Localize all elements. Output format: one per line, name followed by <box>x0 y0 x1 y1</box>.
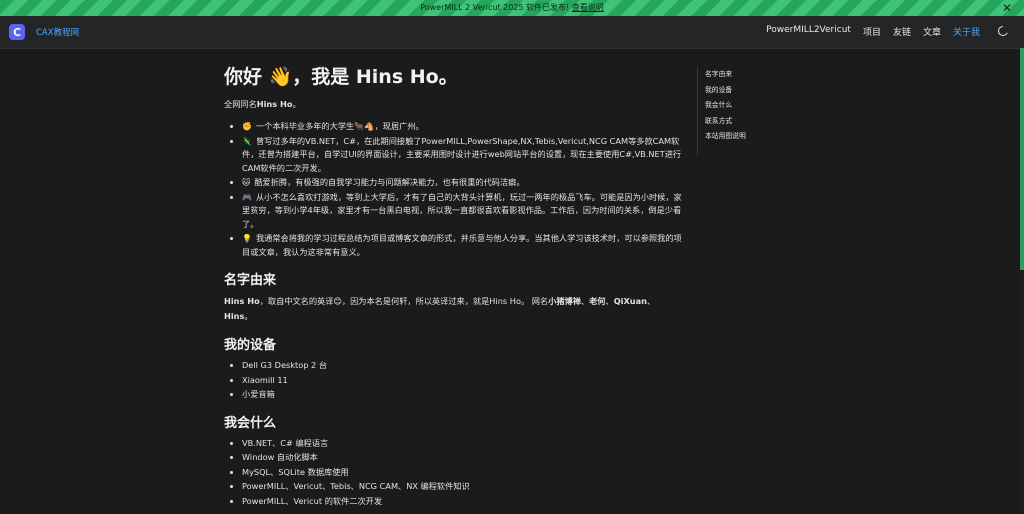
banner-link[interactable]: 查看说明 <box>572 3 604 12</box>
banner-text: PowerMILL 2 Vericut 2025 软件已发布! <box>420 3 572 12</box>
nav-link-projects[interactable]: 项目 <box>863 25 881 38</box>
list-item: 💡我通常会将我的学习过程总结为项目或博客文章的形式，并乐意与他人分享。当其他人学… <box>242 232 682 259</box>
bulb-icon: 💡 <box>242 234 252 243</box>
heading-skills: 我会什么 <box>224 415 277 431</box>
intro-list: ✊一个本科毕业多年的大学生🐂🐴，现居广州。 🦎曾写过多年的VB.NET，C#，在… <box>224 120 682 259</box>
lizard-icon: 🦎 <box>242 136 252 146</box>
name-origin-text: Hins Ho，取自中文名的英译😊，因为本名是何轩，所以英译过来，就是Hins … <box>224 296 656 321</box>
site-brand-link[interactable]: CAX教程网 <box>36 26 79 38</box>
moon-icon[interactable] <box>998 25 1010 36</box>
list-item: MySQL、SQLite 数据库使用 <box>242 466 682 480</box>
toc-item-skills[interactable]: 我会什么 <box>705 98 746 114</box>
list-item: PowerMILL、Vericut 的软件二次开发 <box>242 495 682 509</box>
table-of-contents: 名字由来 我的设备 我会什么 联系方式 本站用图说明 <box>697 67 746 155</box>
list-item: Window 自动化脚本 <box>242 451 682 465</box>
list-item: 🐱酷爱折腾，有极强的自我学习能力与问题解决能力，也有很重的代码洁癖。 <box>242 176 682 190</box>
intro-text: 全网同名Hins Ho。 <box>224 99 301 109</box>
list-item: Dell G3 Desktop 2 台 <box>242 359 682 373</box>
toc-item-name-origin[interactable]: 名字由来 <box>705 67 746 83</box>
list-item: ✊一个本科毕业多年的大学生🐂🐴，现居广州。 <box>242 120 682 134</box>
list-item: 小爱音箱 <box>242 388 682 402</box>
announcement-banner: PowerMILL 2 Vericut 2025 软件已发布! 查看说明 ✕ <box>0 0 1024 16</box>
heading-name-origin: 名字由来 <box>224 273 277 288</box>
nav-link-powermill2vericut[interactable]: PowerMILL2Vericut <box>766 25 851 38</box>
list-item: PowerMILL、Vericut、Tebis、NCG CAM、NX 编程软件知… <box>242 480 682 494</box>
skills-list: VB.NET、C# 编程语言 Window 自动化脚本 MySQL、SQLite… <box>224 437 682 509</box>
nav-links: PowerMILL2Vericut 项目 友链 文章 关于我 <box>766 25 980 38</box>
scrollbar-thumb[interactable] <box>1020 48 1024 270</box>
fist-icon: ✊ <box>242 122 252 131</box>
nav-link-about[interactable]: 关于我 <box>953 25 980 38</box>
toc-item-image-notes[interactable]: 本站用图说明 <box>705 129 746 145</box>
main-content: 你好 👋，我是 Hins Ho。 全网同名Hins Ho。 ✊一个本科毕业多年的… <box>224 62 682 514</box>
list-item: 🎮从小不怎么喜欢打游戏，等到上大学后，才有了自己的大背头计算机，玩过一两年的极品… <box>242 191 682 232</box>
list-item: 🦎曾写过多年的VB.NET，C#，在此期间接触了PowerMILL,PowerS… <box>242 135 682 176</box>
toc-item-devices[interactable]: 我的设备 <box>705 83 746 99</box>
toc-item-contact[interactable]: 联系方式 <box>705 114 746 130</box>
game-icon: 🎮 <box>242 192 252 202</box>
list-item: Xiaomill 11 <box>242 374 682 388</box>
cat-icon: 🐱 <box>242 178 251 187</box>
navbar: C CAX教程网 PowerMILL2Vericut 项目 友链 文章 关于我 <box>0 16 1024 49</box>
close-icon[interactable]: ✕ <box>1002 0 1012 16</box>
list-item: VB.NET、C# 编程语言 <box>242 437 682 451</box>
site-logo-icon[interactable]: C <box>9 24 25 40</box>
page-title: 你好 👋，我是 Hins Ho。 <box>224 66 458 88</box>
nav-link-friends[interactable]: 友链 <box>893 25 911 38</box>
devices-list: Dell G3 Desktop 2 台 Xiaomill 11 小爱音箱 <box>224 359 682 402</box>
nav-link-articles[interactable]: 文章 <box>923 25 941 38</box>
heading-devices: 我的设备 <box>224 338 277 353</box>
